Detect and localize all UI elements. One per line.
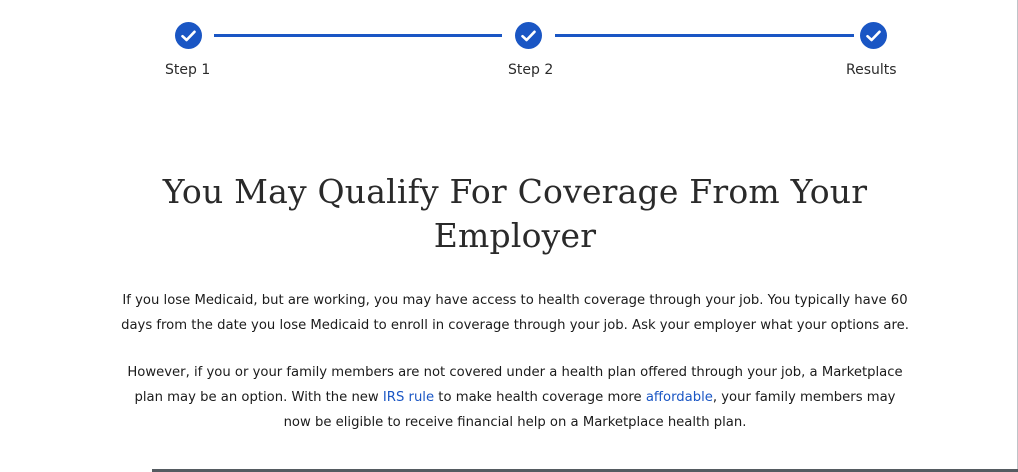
- paragraph-text-middle: to make health coverage more: [434, 390, 646, 405]
- page-title: You May Qualify For Coverage From Your E…: [162, 172, 868, 255]
- check-icon: [521, 30, 536, 42]
- employer-coverage-paragraph: If you lose Medicaid, but are working, y…: [121, 293, 909, 333]
- page: Step 1 Step 2 Results You May Qualify Fo…: [0, 0, 1018, 472]
- results-content: You May Qualify For Coverage From Your E…: [120, 170, 910, 435]
- step-2-complete-indicator: [515, 22, 542, 49]
- step-1-complete-indicator: [175, 22, 202, 49]
- check-icon: [866, 30, 881, 42]
- irs-rule-link[interactable]: IRS rule: [383, 390, 434, 405]
- step-3-complete-indicator: [860, 22, 887, 49]
- step-connector-2: [555, 34, 854, 37]
- check-icon: [181, 30, 196, 42]
- step-1-label: Step 1: [165, 62, 211, 78]
- step-3-results-label: Results: [846, 62, 897, 78]
- marketplace-option-paragraph: However, if you or your family members a…: [120, 360, 910, 435]
- affordable-link[interactable]: affordable: [646, 390, 713, 405]
- progress-stepper: Step 1 Step 2 Results: [0, 0, 1018, 100]
- step-connector-1: [214, 34, 502, 37]
- step-2-label: Step 2: [508, 62, 554, 78]
